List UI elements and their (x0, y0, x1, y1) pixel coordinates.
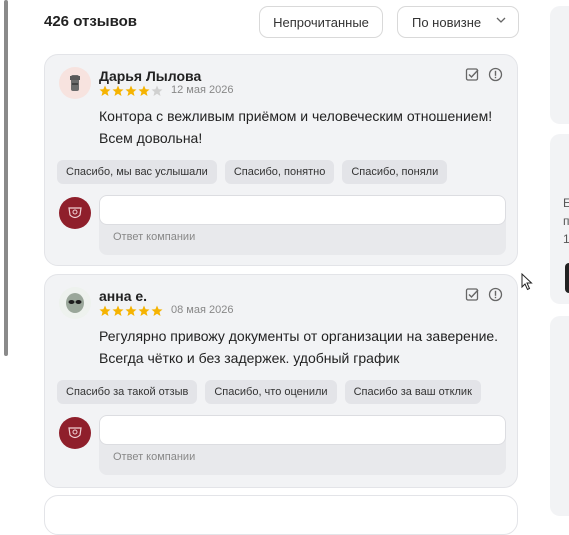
reply-label: Ответ компании (113, 451, 196, 463)
review-card: Дарья Лылова 12 мая 2026 Контора с вежли… (44, 54, 518, 266)
reply-input[interactable] (99, 195, 506, 225)
avatar (59, 67, 91, 99)
star-icon (112, 85, 124, 96)
review-date: 08 мая 2026 (171, 304, 234, 316)
company-emblem-icon (68, 207, 82, 219)
star-icon (125, 305, 137, 316)
moai-avatar-icon (70, 75, 80, 91)
quick-reply-chip[interactable]: Спасибо за такой отзыв (57, 380, 198, 404)
side-panel (550, 316, 569, 516)
star-icon (138, 85, 150, 96)
star-icon (99, 85, 111, 96)
quick-reply-chip[interactable]: Спасибо, поняли (342, 160, 448, 184)
review-card: анна е. 08 мая 2026 Регулярно привожу до… (44, 274, 518, 488)
avatar (59, 287, 91, 319)
company-reply-box[interactable]: Ответ компании (99, 415, 506, 475)
quick-reply-chip[interactable]: Спасибо, понятно (224, 160, 335, 184)
mark-read-icon[interactable] (465, 67, 480, 82)
star-icon (138, 305, 150, 316)
chevron-down-icon (496, 17, 506, 23)
quick-replies: Спасибо за такой отзыв Спасибо, что оцен… (57, 380, 481, 404)
company-reply-box[interactable]: Ответ компании (99, 195, 506, 255)
company-logo (59, 417, 91, 449)
review-actions (465, 67, 503, 82)
review-text: Регулярно привожу документы от организац… (99, 328, 499, 366)
review-author: анна е. (99, 288, 148, 304)
report-icon[interactable] (488, 287, 503, 302)
quick-reply-chip[interactable]: Спасибо, что оценили (205, 380, 337, 404)
report-icon[interactable] (488, 67, 503, 82)
star-icon (112, 305, 124, 316)
star-icon (151, 305, 163, 316)
review-author: Дарья Лылова (99, 68, 202, 84)
company-emblem-icon (68, 427, 82, 439)
review-card (44, 495, 518, 535)
scrollbar-thumb[interactable] (4, 0, 8, 356)
quick-reply-chip[interactable]: Спасибо за ваш отклик (344, 380, 481, 404)
reviews-header: 426 отзывов Непрочитанные По новизне (44, 6, 520, 38)
star-icon (125, 85, 137, 96)
quick-replies: Спасибо, мы вас услышали Спасибо, понятн… (57, 160, 448, 184)
review-date: 12 мая 2026 (171, 84, 234, 96)
alien-avatar-icon (66, 293, 84, 313)
rating-stars (99, 305, 163, 317)
company-logo (59, 197, 91, 229)
side-panel-text: 1 (563, 232, 569, 246)
quick-reply-chip[interactable]: Спасибо, мы вас услышали (57, 160, 217, 184)
review-actions (465, 287, 503, 302)
reply-label: Ответ компании (113, 231, 196, 243)
side-panel-text: Е (563, 196, 569, 210)
mark-read-icon[interactable] (465, 287, 480, 302)
page-scrollbar[interactable] (0, 0, 10, 512)
side-panel-button[interactable] (565, 263, 569, 293)
review-count: 426 отзывов (44, 13, 138, 30)
sort-select[interactable]: По новизне (397, 6, 519, 38)
cursor-icon (521, 273, 533, 291)
sort-selected-label: По новизне (412, 14, 482, 30)
side-panel (550, 6, 569, 124)
reply-input[interactable] (99, 415, 506, 445)
rating-stars (99, 85, 163, 97)
side-panel-text: п (563, 214, 569, 228)
star-empty-icon (151, 85, 163, 96)
review-text: Контора с вежливым приёмом и человечески… (99, 108, 493, 146)
unread-filter-button[interactable]: Непрочитанные (259, 6, 383, 38)
star-icon (99, 305, 111, 316)
